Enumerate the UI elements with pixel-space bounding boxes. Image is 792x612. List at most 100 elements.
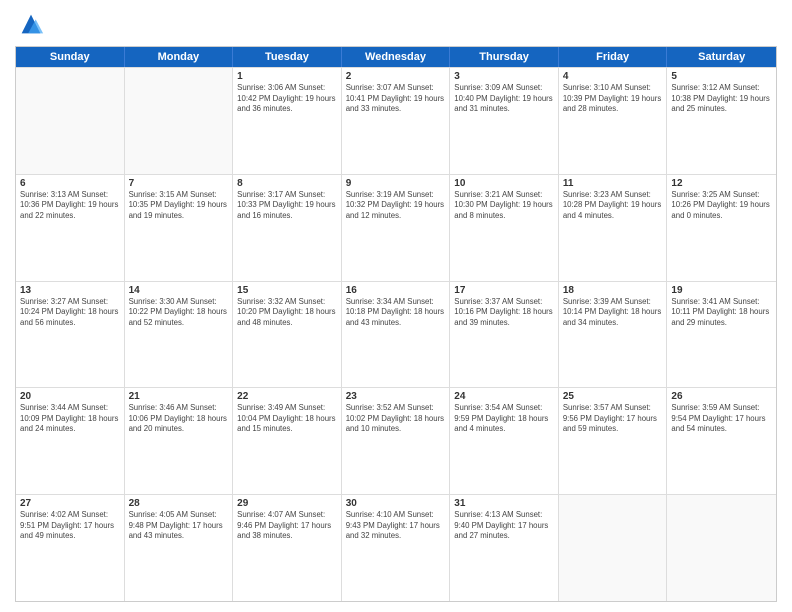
calendar-day-empty — [667, 495, 776, 601]
day-info: Sunrise: 3:44 AM Sunset: 10:09 PM Daylig… — [20, 403, 120, 435]
day-info: Sunrise: 4:05 AM Sunset: 9:48 PM Dayligh… — [129, 510, 229, 542]
day-info: Sunrise: 3:34 AM Sunset: 10:18 PM Daylig… — [346, 297, 446, 329]
calendar-day-14: 14Sunrise: 3:30 AM Sunset: 10:22 PM Dayl… — [125, 282, 234, 388]
day-header-thursday: Thursday — [450, 47, 559, 67]
calendar-week-3: 13Sunrise: 3:27 AM Sunset: 10:24 PM Dayl… — [16, 281, 776, 388]
day-number: 22 — [237, 391, 337, 402]
day-info: Sunrise: 3:21 AM Sunset: 10:30 PM Daylig… — [454, 190, 554, 222]
day-number: 11 — [563, 178, 663, 189]
calendar-day-13: 13Sunrise: 3:27 AM Sunset: 10:24 PM Dayl… — [16, 282, 125, 388]
calendar-day-27: 27Sunrise: 4:02 AM Sunset: 9:51 PM Dayli… — [16, 495, 125, 601]
calendar-day-3: 3Sunrise: 3:09 AM Sunset: 10:40 PM Dayli… — [450, 68, 559, 174]
day-info: Sunrise: 3:15 AM Sunset: 10:35 PM Daylig… — [129, 190, 229, 222]
day-number: 3 — [454, 71, 554, 82]
day-number: 4 — [563, 71, 663, 82]
calendar-day-21: 21Sunrise: 3:46 AM Sunset: 10:06 PM Dayl… — [125, 388, 234, 494]
day-number: 24 — [454, 391, 554, 402]
day-number: 2 — [346, 71, 446, 82]
day-info: Sunrise: 3:52 AM Sunset: 10:02 PM Daylig… — [346, 403, 446, 435]
day-info: Sunrise: 3:09 AM Sunset: 10:40 PM Daylig… — [454, 83, 554, 115]
day-info: Sunrise: 3:10 AM Sunset: 10:39 PM Daylig… — [563, 83, 663, 115]
calendar-day-19: 19Sunrise: 3:41 AM Sunset: 10:11 PM Dayl… — [667, 282, 776, 388]
calendar-header: SundayMondayTuesdayWednesdayThursdayFrid… — [16, 47, 776, 67]
day-number: 8 — [237, 178, 337, 189]
day-number: 19 — [671, 285, 772, 296]
day-number: 15 — [237, 285, 337, 296]
day-info: Sunrise: 4:13 AM Sunset: 9:40 PM Dayligh… — [454, 510, 554, 542]
calendar-day-4: 4Sunrise: 3:10 AM Sunset: 10:39 PM Dayli… — [559, 68, 668, 174]
calendar-day-empty — [16, 68, 125, 174]
day-number: 10 — [454, 178, 554, 189]
calendar-day-9: 9Sunrise: 3:19 AM Sunset: 10:32 PM Dayli… — [342, 175, 451, 281]
day-info: Sunrise: 3:59 AM Sunset: 9:54 PM Dayligh… — [671, 403, 772, 435]
day-number: 21 — [129, 391, 229, 402]
calendar-day-5: 5Sunrise: 3:12 AM Sunset: 10:38 PM Dayli… — [667, 68, 776, 174]
day-number: 20 — [20, 391, 120, 402]
calendar-day-30: 30Sunrise: 4:10 AM Sunset: 9:43 PM Dayli… — [342, 495, 451, 601]
calendar-day-23: 23Sunrise: 3:52 AM Sunset: 10:02 PM Dayl… — [342, 388, 451, 494]
calendar-day-22: 22Sunrise: 3:49 AM Sunset: 10:04 PM Dayl… — [233, 388, 342, 494]
calendar-week-1: 1Sunrise: 3:06 AM Sunset: 10:42 PM Dayli… — [16, 67, 776, 174]
calendar-day-7: 7Sunrise: 3:15 AM Sunset: 10:35 PM Dayli… — [125, 175, 234, 281]
day-info: Sunrise: 3:23 AM Sunset: 10:28 PM Daylig… — [563, 190, 663, 222]
day-info: Sunrise: 3:49 AM Sunset: 10:04 PM Daylig… — [237, 403, 337, 435]
day-info: Sunrise: 3:07 AM Sunset: 10:41 PM Daylig… — [346, 83, 446, 115]
calendar-day-26: 26Sunrise: 3:59 AM Sunset: 9:54 PM Dayli… — [667, 388, 776, 494]
calendar-day-18: 18Sunrise: 3:39 AM Sunset: 10:14 PM Dayl… — [559, 282, 668, 388]
calendar: SundayMondayTuesdayWednesdayThursdayFrid… — [15, 46, 777, 602]
day-info: Sunrise: 3:06 AM Sunset: 10:42 PM Daylig… — [237, 83, 337, 115]
calendar-day-15: 15Sunrise: 3:32 AM Sunset: 10:20 PM Dayl… — [233, 282, 342, 388]
day-number: 18 — [563, 285, 663, 296]
day-info: Sunrise: 3:39 AM Sunset: 10:14 PM Daylig… — [563, 297, 663, 329]
day-number: 30 — [346, 498, 446, 509]
calendar-day-10: 10Sunrise: 3:21 AM Sunset: 10:30 PM Dayl… — [450, 175, 559, 281]
day-info: Sunrise: 4:10 AM Sunset: 9:43 PM Dayligh… — [346, 510, 446, 542]
day-number: 28 — [129, 498, 229, 509]
day-info: Sunrise: 3:12 AM Sunset: 10:38 PM Daylig… — [671, 83, 772, 115]
day-info: Sunrise: 4:02 AM Sunset: 9:51 PM Dayligh… — [20, 510, 120, 542]
day-number: 31 — [454, 498, 554, 509]
day-info: Sunrise: 3:46 AM Sunset: 10:06 PM Daylig… — [129, 403, 229, 435]
calendar-day-17: 17Sunrise: 3:37 AM Sunset: 10:16 PM Dayl… — [450, 282, 559, 388]
day-number: 13 — [20, 285, 120, 296]
day-number: 14 — [129, 285, 229, 296]
day-header-saturday: Saturday — [667, 47, 776, 67]
day-number: 29 — [237, 498, 337, 509]
day-info: Sunrise: 3:32 AM Sunset: 10:20 PM Daylig… — [237, 297, 337, 329]
calendar-day-11: 11Sunrise: 3:23 AM Sunset: 10:28 PM Dayl… — [559, 175, 668, 281]
page-header — [15, 10, 777, 38]
logo — [15, 10, 45, 38]
calendar-week-5: 27Sunrise: 4:02 AM Sunset: 9:51 PM Dayli… — [16, 494, 776, 601]
day-info: Sunrise: 3:37 AM Sunset: 10:16 PM Daylig… — [454, 297, 554, 329]
day-info: Sunrise: 3:25 AM Sunset: 10:26 PM Daylig… — [671, 190, 772, 222]
day-number: 17 — [454, 285, 554, 296]
day-number: 26 — [671, 391, 772, 402]
day-number: 1 — [237, 71, 337, 82]
calendar-day-1: 1Sunrise: 3:06 AM Sunset: 10:42 PM Dayli… — [233, 68, 342, 174]
calendar-day-6: 6Sunrise: 3:13 AM Sunset: 10:36 PM Dayli… — [16, 175, 125, 281]
calendar-day-12: 12Sunrise: 3:25 AM Sunset: 10:26 PM Dayl… — [667, 175, 776, 281]
day-info: Sunrise: 4:07 AM Sunset: 9:46 PM Dayligh… — [237, 510, 337, 542]
calendar-day-28: 28Sunrise: 4:05 AM Sunset: 9:48 PM Dayli… — [125, 495, 234, 601]
day-number: 23 — [346, 391, 446, 402]
calendar-day-empty — [125, 68, 234, 174]
day-info: Sunrise: 3:19 AM Sunset: 10:32 PM Daylig… — [346, 190, 446, 222]
calendar-day-31: 31Sunrise: 4:13 AM Sunset: 9:40 PM Dayli… — [450, 495, 559, 601]
day-info: Sunrise: 3:27 AM Sunset: 10:24 PM Daylig… — [20, 297, 120, 329]
day-header-friday: Friday — [559, 47, 668, 67]
day-info: Sunrise: 3:17 AM Sunset: 10:33 PM Daylig… — [237, 190, 337, 222]
day-header-tuesday: Tuesday — [233, 47, 342, 67]
calendar-day-8: 8Sunrise: 3:17 AM Sunset: 10:33 PM Dayli… — [233, 175, 342, 281]
calendar-week-4: 20Sunrise: 3:44 AM Sunset: 10:09 PM Dayl… — [16, 387, 776, 494]
day-info: Sunrise: 3:57 AM Sunset: 9:56 PM Dayligh… — [563, 403, 663, 435]
calendar-day-empty — [559, 495, 668, 601]
calendar-day-20: 20Sunrise: 3:44 AM Sunset: 10:09 PM Dayl… — [16, 388, 125, 494]
day-number: 9 — [346, 178, 446, 189]
day-number: 27 — [20, 498, 120, 509]
day-info: Sunrise: 3:13 AM Sunset: 10:36 PM Daylig… — [20, 190, 120, 222]
day-header-wednesday: Wednesday — [342, 47, 451, 67]
day-number: 6 — [20, 178, 120, 189]
day-info: Sunrise: 3:30 AM Sunset: 10:22 PM Daylig… — [129, 297, 229, 329]
calendar-day-25: 25Sunrise: 3:57 AM Sunset: 9:56 PM Dayli… — [559, 388, 668, 494]
day-number: 25 — [563, 391, 663, 402]
